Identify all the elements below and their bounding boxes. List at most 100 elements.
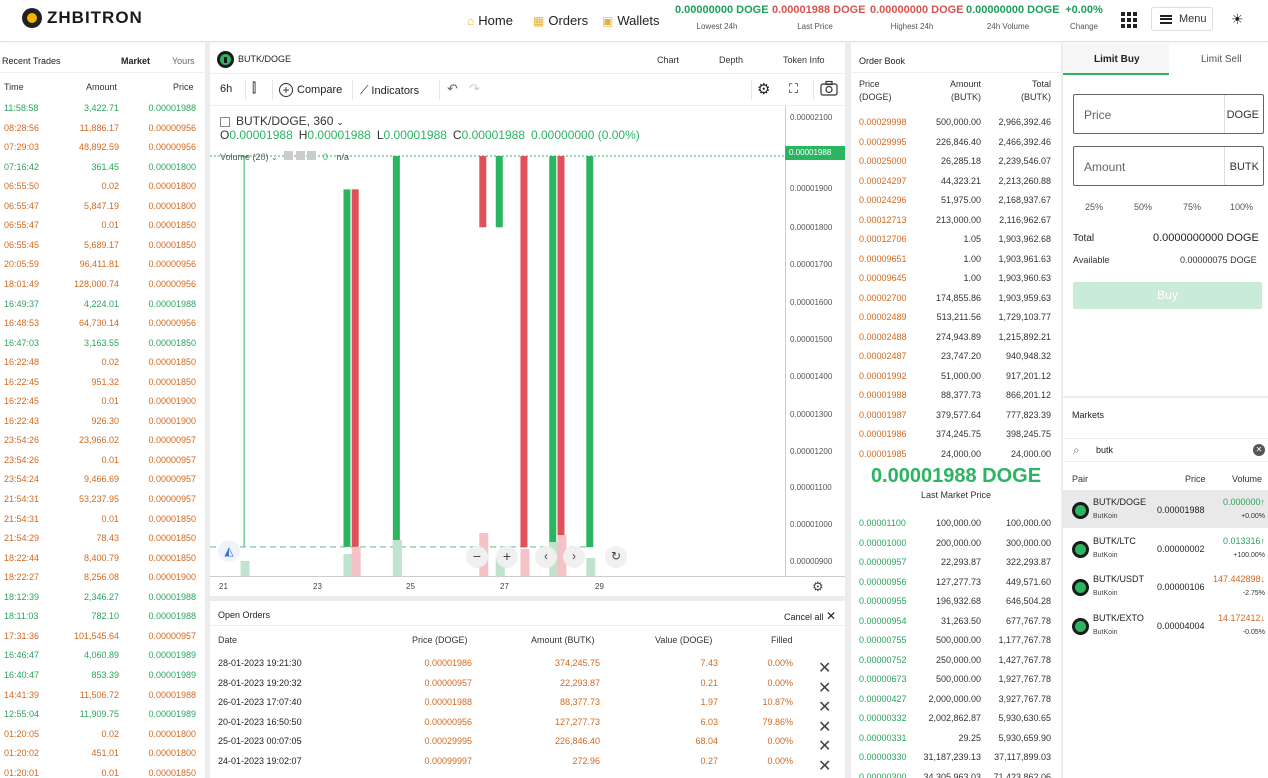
market-volume: 0.013316↑: [1222, 535, 1265, 546]
tab-chart[interactable]: Chart: [657, 55, 679, 65]
interval-selector[interactable]: 6h: [220, 83, 232, 95]
candle-body[interactable]: [586, 156, 594, 548]
ask-row[interactable]: 0.00001985 24,000.00 24,000.00: [851, 444, 1061, 464]
book-amount: 51,000.00: [940, 370, 981, 381]
ask-row[interactable]: 0.00009645 1.00 1,903,960.63: [851, 268, 1061, 288]
bid-row[interactable]: 0.00000957 22,293.87 322,293.87: [851, 552, 1061, 572]
ask-row[interactable]: 0.00024297 44,323.21 2,213,260.88: [851, 171, 1061, 191]
remove-icon[interactable]: [307, 151, 317, 160]
indicators-button[interactable]: ⟋ Indicators: [360, 83, 419, 98]
ask-row[interactable]: 0.00029998 500,000.00 2,966,392.46: [851, 112, 1061, 132]
ask-row[interactable]: 0.00002700 174,855.86 1,903,959.63: [851, 288, 1061, 308]
tab-yours[interactable]: Yours: [172, 56, 195, 66]
candle-body[interactable]: [495, 156, 503, 228]
bid-row[interactable]: 0.00000752 250,000.00 1,427,767.78: [851, 650, 1061, 670]
pct-75-button[interactable]: 75%: [1183, 202, 1201, 212]
bid-row[interactable]: 0.00000673 500,000.00 1,927,767.78: [851, 669, 1061, 689]
order-filled: 0.00%: [767, 755, 793, 766]
clear-search-icon[interactable]: ✕: [1253, 444, 1265, 456]
bid-row[interactable]: 0.00000755 500,000.00 1,177,767.78: [851, 630, 1061, 650]
menu-button[interactable]: Menu: [1151, 7, 1213, 31]
price-chart[interactable]: BUTK/DOGE, 360 ⌄ O0.00001988 H0.00001988 L0…: [210, 106, 785, 576]
nav-home[interactable]: ⌂ Home: [467, 13, 513, 28]
buy-button[interactable]: Buy: [1073, 282, 1262, 309]
ask-row[interactable]: 0.00002487 23,747.20 940,948.32: [851, 346, 1061, 366]
ask-row[interactable]: 0.00012713 213,000.00 2,116,962.67: [851, 210, 1061, 230]
ask-row[interactable]: 0.00012706 1.05 1,903,962.68: [851, 229, 1061, 249]
ask-row[interactable]: 0.00002488 274,943.89 1,215,892.21: [851, 327, 1061, 347]
nav-wallets[interactable]: ▣ Wallets: [602, 13, 659, 28]
y-tick-label: 0.00001200: [790, 447, 833, 456]
ask-row[interactable]: 0.00025000 26,285.18 2,239,546.07: [851, 151, 1061, 171]
bid-row[interactable]: 0.00001000 200,000.00 300,000.00: [851, 533, 1061, 553]
tab-depth[interactable]: Depth: [719, 55, 743, 65]
pct-50-button[interactable]: 50%: [1134, 202, 1152, 212]
candle-body[interactable]: [351, 189, 359, 547]
collapse-icon[interactable]: [220, 116, 230, 127]
chevron-down-icon[interactable]: ⌄: [336, 117, 344, 127]
cancel-order-icon[interactable]: ✕: [818, 756, 831, 776]
ask-row[interactable]: 0.00024296 51,975.00 2,168,937.67: [851, 190, 1061, 210]
ask-row[interactable]: 0.00001992 51,000.00 917,201.12: [851, 366, 1061, 386]
candle-body[interactable]: [479, 156, 487, 228]
bid-row[interactable]: 0.00000331 29.25 5,930,659.90: [851, 728, 1061, 748]
axis-settings-gear-icon[interactable]: ⚙: [812, 579, 824, 595]
pct-25-button[interactable]: 25%: [1085, 202, 1103, 212]
redo-icon[interactable]: ↷: [469, 81, 480, 97]
bid-row[interactable]: 0.00000956 127,277.73 449,571.60: [851, 572, 1061, 592]
chevron-down-icon[interactable]: ⌄: [271, 153, 278, 162]
chart-type-toggle-icon[interactable]: ◭: [218, 540, 240, 562]
scroll-left-icon[interactable]: ‹: [535, 546, 557, 568]
eye-icon[interactable]: [284, 151, 294, 160]
scroll-right-icon[interactable]: ›: [563, 546, 585, 568]
brand-logo[interactable]: ZHBITRON: [22, 8, 143, 28]
undo-icon[interactable]: ↶: [447, 81, 458, 97]
market-search[interactable]: ⌕ butk ✕: [1063, 438, 1268, 462]
indicators-icon: ⟋: [360, 83, 369, 97]
bid-row[interactable]: 0.00000330 31,187,239.13 37,117,899.03: [851, 747, 1061, 767]
candle-body[interactable]: [549, 156, 557, 548]
market-pair: BUTK/LTC: [1093, 535, 1136, 546]
fullscreen-icon[interactable]: ⛶: [789, 81, 798, 97]
tab-market[interactable]: Market: [121, 56, 150, 66]
candle-body[interactable]: [520, 156, 528, 548]
market-row[interactable]: BUTK/EXTO ButKoin 0.00004004 14.172412↓ -0.0…: [1063, 606, 1268, 644]
reset-icon[interactable]: ↻: [605, 546, 627, 568]
ask-row[interactable]: 0.00002489 513,211.56 1,729,103.77: [851, 307, 1061, 327]
pct-100-button[interactable]: 100%: [1230, 202, 1253, 212]
cancel-all-button[interactable]: Cancel all ✕: [784, 609, 836, 623]
market-row[interactable]: BUTK/DOGE ButKoin 0.00001988 0.000000↑ +0.00…: [1063, 490, 1268, 528]
zoom-in-icon[interactable]: +: [496, 546, 518, 568]
tab-limit-sell[interactable]: Limit Sell: [1201, 54, 1242, 65]
settings-gear-icon[interactable]: ⚙: [757, 80, 770, 98]
apps-grid-icon[interactable]: [1121, 12, 1137, 28]
camera-icon[interactable]: [820, 80, 838, 99]
ask-row[interactable]: 0.00001986 374,245.75 398,245.75: [851, 424, 1061, 444]
ask-row[interactable]: 0.00001987 379,577.64 777,823.39: [851, 405, 1061, 425]
ask-row[interactable]: 0.00001988 88,377.73 866,201.12: [851, 385, 1061, 405]
bid-row[interactable]: 0.00000300 34,305,963.03 71,423,862.06: [851, 767, 1061, 778]
ask-row[interactable]: 0.00029995 226,846.40 2,466,392.46: [851, 132, 1061, 152]
bid-row[interactable]: 0.00000954 31,263.50 677,767.78: [851, 611, 1061, 631]
theme-toggle-sun-icon[interactable]: ☀: [1231, 11, 1244, 28]
bid-row[interactable]: 0.00000955 196,932.68 646,504.28: [851, 591, 1061, 611]
bid-row[interactable]: 0.00000332 2,002,862.87 5,930,630.65: [851, 708, 1061, 728]
candle-type-icon[interactable]: ⫿: [252, 80, 256, 96]
amount-input[interactable]: Amount BUTK: [1073, 146, 1264, 186]
zoom-out-icon[interactable]: −: [466, 546, 488, 568]
tab-token-info[interactable]: Token Info: [783, 55, 825, 65]
search-input[interactable]: butk: [1096, 445, 1113, 455]
nav-orders[interactable]: ▦ Orders: [533, 13, 588, 28]
compare-button[interactable]: + Compare: [279, 83, 342, 97]
candle-body[interactable]: [343, 189, 351, 547]
market-row[interactable]: BUTK/USDT ButKoin 0.00000106 147.442898↓ -2.…: [1063, 567, 1268, 605]
candle-body[interactable]: [557, 156, 565, 548]
candle-body[interactable]: [392, 156, 400, 547]
book-price: 0.00000956: [859, 576, 907, 587]
market-row[interactable]: BUTK/LTC ButKoin 0.00000002 0.013316↑ +100.0…: [1063, 529, 1268, 567]
bid-row[interactable]: 0.00001100 100,000.00 100,000.00: [851, 513, 1061, 533]
ask-row[interactable]: 0.00009651 1.00 1,903,961.63: [851, 249, 1061, 269]
price-input[interactable]: Price DOGE: [1073, 94, 1264, 134]
bid-row[interactable]: 0.00000427 2,000,000.00 3,927,767.78: [851, 689, 1061, 709]
settings-icon[interactable]: [295, 151, 305, 160]
